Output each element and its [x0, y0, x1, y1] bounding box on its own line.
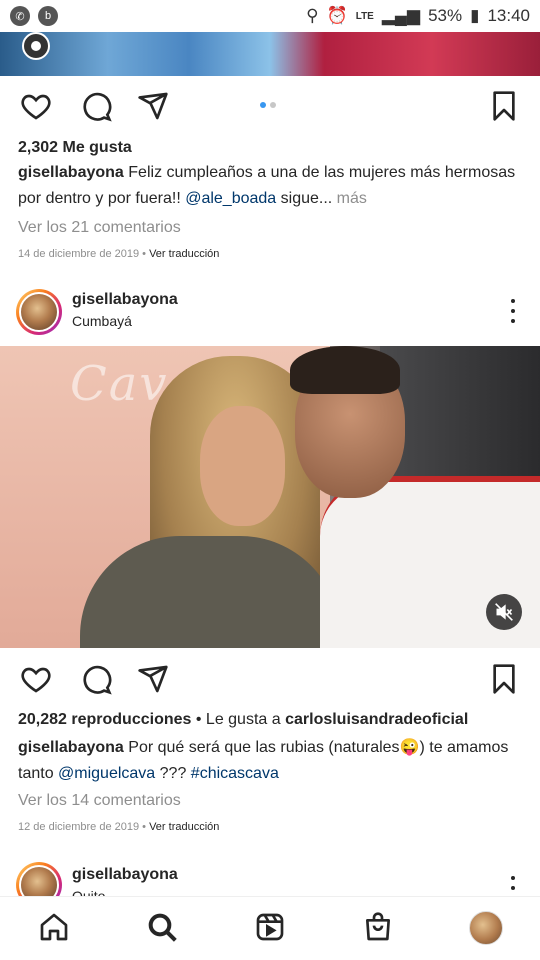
reels-icon[interactable]: [254, 911, 286, 943]
search-icon[interactable]: [146, 911, 178, 943]
signal-icon: ▂▄▆: [381, 6, 421, 25]
battery-percent: 53%: [428, 6, 463, 25]
whatsapp-icon: ✆: [10, 6, 30, 26]
post1-caption: gisellabayona Feliz cumpleaños a una de …: [18, 160, 523, 212]
view-comments-link[interactable]: Ver los 14 comentarios: [18, 792, 181, 810]
clock: 13:40: [487, 6, 530, 25]
caption-mention[interactable]: @ale_boada: [185, 190, 276, 207]
post2-actions: [0, 649, 540, 709]
alarm-icon: ⏰: [326, 6, 348, 25]
translate-link[interactable]: Ver traducción: [149, 821, 219, 833]
like-icon[interactable]: [20, 90, 52, 122]
video-person-2-hair: [290, 346, 400, 394]
post1-actions: [0, 76, 540, 136]
date-separator: •: [142, 248, 147, 260]
tagged-user-icon[interactable]: [22, 32, 50, 60]
post1-image[interactable]: [0, 32, 540, 76]
app-icon: b: [38, 6, 58, 26]
story-avatar[interactable]: [16, 289, 62, 335]
carousel-dot: [270, 102, 276, 108]
comment-icon[interactable]: [80, 90, 112, 122]
post3-header: gisellabayona Quito: [0, 860, 540, 896]
comment-icon[interactable]: [80, 663, 112, 695]
carousel-dot-active: [260, 102, 266, 108]
post-username[interactable]: gisellabayona: [72, 866, 178, 884]
profile-avatar[interactable]: [469, 911, 503, 945]
post-location[interactable]: Quito: [72, 888, 105, 896]
liked-by-user[interactable]: carlosluisandradeoficial: [285, 711, 468, 728]
post-date: 14 de diciembre de 2019: [18, 248, 140, 260]
post2-header: gisellabayona Cumbayá: [0, 289, 540, 345]
story-avatar[interactable]: [16, 862, 62, 896]
save-icon[interactable]: [488, 663, 520, 695]
post-username[interactable]: gisellabayona: [72, 291, 178, 309]
post-date: 12 de diciembre de 2019: [18, 821, 140, 833]
post-location[interactable]: Cumbayá: [72, 313, 132, 329]
post2-video[interactable]: Cava: [0, 346, 540, 648]
date-separator: •: [142, 821, 147, 833]
more-options-icon[interactable]: [510, 876, 516, 896]
share-icon[interactable]: [137, 663, 169, 695]
post2-views-row: 20,282 reproducciones • Le gusta a carlo…: [18, 711, 528, 729]
shop-icon[interactable]: [362, 911, 394, 943]
bottom-nav: [0, 896, 540, 960]
share-icon[interactable]: [137, 90, 169, 122]
carousel-indicator: [260, 102, 276, 108]
caption-username[interactable]: gisellabayona: [18, 164, 124, 181]
post1-date-row: 14 de diciembre de 2019 • Ver traducción: [18, 248, 219, 260]
location-icon: ⚲: [306, 6, 319, 25]
liked-by-prefix: • Le gusta a: [191, 711, 286, 728]
caption-hashtag[interactable]: #chicascava: [191, 765, 279, 782]
mute-icon[interactable]: [486, 594, 522, 630]
caption-username[interactable]: gisellabayona: [18, 739, 124, 756]
more-link[interactable]: más: [337, 190, 367, 207]
caption-tail: sigue...: [276, 190, 337, 207]
video-person-face: [200, 406, 285, 526]
caption-mid: ???: [155, 765, 191, 782]
home-icon[interactable]: [38, 911, 70, 943]
more-options-icon[interactable]: [510, 299, 516, 323]
like-icon[interactable]: [20, 663, 52, 695]
likes-count[interactable]: 2,302 Me gusta: [18, 139, 132, 157]
post2-caption: gisellabayona Por qué será que las rubia…: [18, 735, 523, 787]
caption-mention[interactable]: @miguelcava: [58, 765, 155, 782]
save-icon[interactable]: [488, 90, 520, 122]
battery-icon: ▮: [470, 6, 480, 25]
views-count[interactable]: 20,282 reproducciones: [18, 711, 191, 728]
translate-link[interactable]: Ver traducción: [149, 248, 219, 260]
view-comments-link[interactable]: Ver los 21 comentarios: [18, 219, 181, 237]
network-type: LTE: [355, 10, 374, 22]
status-bar: ✆ b ⚲ ⏰ LTE ▂▄▆ 53% ▮ 13:40: [0, 0, 540, 32]
post2-date-row: 12 de diciembre de 2019 • Ver traducción: [18, 821, 219, 833]
